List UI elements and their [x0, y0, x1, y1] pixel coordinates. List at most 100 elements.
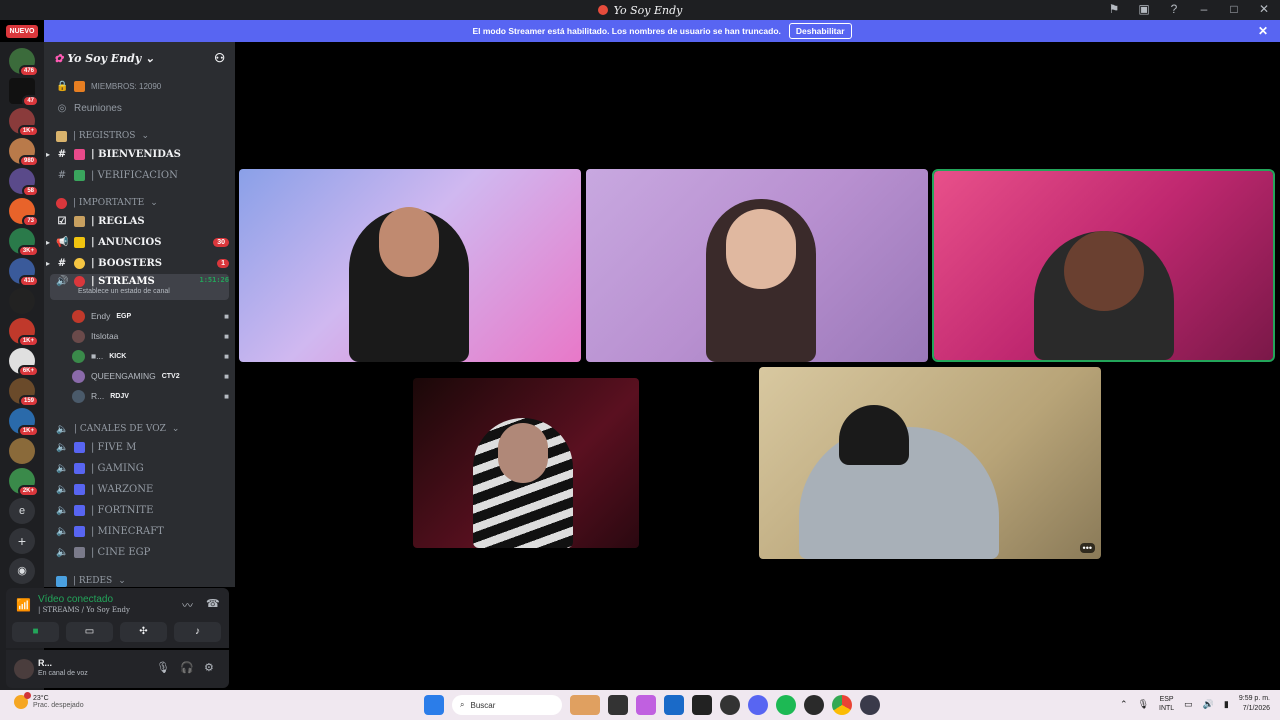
- channel-fortnite[interactable]: 🔈 | FORTNITE: [50, 500, 229, 520]
- channel-minecraft[interactable]: 🔈 | MINECRAFT: [50, 521, 229, 541]
- avatar: [72, 389, 85, 403]
- server-icon[interactable]: 410: [9, 258, 39, 287]
- spotify-icon[interactable]: [776, 695, 796, 715]
- voice-status[interactable]: Vídeo conectado: [38, 594, 113, 605]
- server-icon[interactable]: 1K+: [9, 108, 39, 137]
- user-name[interactable]: R...: [38, 658, 52, 668]
- voice-user[interactable]: Endy EGP ■: [72, 307, 229, 325]
- headphones-icon[interactable]: 🎧: [180, 661, 194, 674]
- noise-suppression-icon[interactable]: 〰: [182, 597, 193, 613]
- weather-temp: 23°C: [33, 695, 49, 702]
- close-window-icon[interactable]: ✕: [1256, 2, 1272, 16]
- discord-icon[interactable]: [748, 695, 768, 715]
- invite-icon[interactable]: ⚇: [214, 51, 225, 65]
- app-icon[interactable]: [860, 695, 880, 715]
- video-tile[interactable]: [239, 169, 581, 362]
- video-tile[interactable]: [413, 378, 639, 548]
- channel-gaming[interactable]: 🔈 | GAMING: [50, 458, 229, 478]
- server-icon[interactable]: 476: [9, 48, 39, 77]
- help-icon[interactable]: ?: [1166, 2, 1182, 16]
- speaker-icon: 🔈: [56, 504, 69, 516]
- inbox-icon[interactable]: ⚑: [1106, 2, 1122, 16]
- category-registros[interactable]: | REGISTROS ⌄: [50, 126, 229, 146]
- chevron-up-icon[interactable]: ⌃: [1120, 699, 1128, 710]
- voice-user[interactable]: ■... KICK ■: [72, 347, 229, 365]
- store-icon[interactable]: [664, 695, 684, 715]
- category-importante[interactable]: | IMPORTANTE ⌄: [50, 193, 229, 213]
- avatar[interactable]: [14, 659, 34, 679]
- server-icon[interactable]: 47: [9, 78, 39, 107]
- video-tile[interactable]: •••: [759, 367, 1101, 559]
- add-server-icon[interactable]: +: [9, 528, 35, 554]
- capcut-icon[interactable]: [692, 695, 712, 715]
- server-icon[interactable]: 159: [9, 378, 39, 407]
- activities-button[interactable]: ✣: [120, 622, 167, 642]
- members-channel[interactable]: 🔒 MIEMBROS: 12090: [50, 76, 229, 96]
- weather-widget[interactable]: 23°C Prac. despejado: [14, 692, 84, 709]
- microphone-icon[interactable]: 🎙: [1138, 699, 1149, 710]
- server-icon[interactable]: 1K+: [9, 318, 39, 347]
- category-redes[interactable]: | REDES ⌄: [50, 571, 229, 587]
- voice-location[interactable]: | STREAMS / Yo Soy Endy: [38, 606, 130, 614]
- server-header[interactable]: ✿ Yo Soy Endy ⌄ ⚇: [44, 42, 235, 74]
- server-icon[interactable]: [9, 288, 35, 314]
- channel-boosters[interactable]: ▸ # | BOOSTERS 1: [46, 253, 229, 273]
- channel-streams[interactable]: 🔊 | STREAMS 1:51:26 Establece un estado …: [50, 274, 229, 300]
- server-icon[interactable]: [9, 438, 35, 464]
- battery-icon[interactable]: ▮: [1224, 699, 1229, 710]
- channel-five-m[interactable]: 🔈 | FIVE M: [50, 437, 229, 457]
- language-indicator[interactable]: ESP INTL: [1159, 695, 1174, 713]
- participant-face: [498, 423, 548, 483]
- channel-bienvenidas[interactable]: ▸ # | BIENVENIDAS: [46, 144, 229, 164]
- task-view-icon[interactable]: [608, 695, 628, 715]
- screen-share-button[interactable]: ▭: [66, 622, 113, 642]
- close-icon[interactable]: ✕: [1258, 24, 1268, 38]
- disconnect-icon[interactable]: ☎: [206, 597, 220, 610]
- voice-user[interactable]: Itslotaa ■: [72, 327, 229, 345]
- app-icon[interactable]: [720, 695, 740, 715]
- search-box[interactable]: ⌕ Buscar: [452, 695, 562, 715]
- camera-toggle-button[interactable]: ■: [12, 622, 59, 642]
- meetings-channel[interactable]: ◎ Reuniones: [50, 98, 229, 118]
- widget-icon[interactable]: [570, 695, 600, 715]
- soundboard-button[interactable]: ♪: [174, 622, 221, 642]
- video-tile[interactable]: [586, 169, 928, 362]
- channel-reglas[interactable]: ☑ | REGLAS: [50, 211, 229, 231]
- hash-icon: #: [57, 148, 67, 160]
- server-icon[interactable]: 2K+: [9, 468, 39, 497]
- chrome-icon[interactable]: [832, 695, 852, 715]
- microphone-icon[interactable]: 🎙: [156, 661, 170, 674]
- server-icon[interactable]: 73: [9, 198, 39, 227]
- video-tile-speaking[interactable]: [932, 169, 1275, 362]
- display-icon[interactable]: ▭: [1184, 699, 1193, 710]
- server-icon[interactable]: 980: [9, 138, 39, 167]
- channel-verificacion[interactable]: # | VERIFICACION: [50, 165, 229, 185]
- minimize-icon[interactable]: –: [1196, 2, 1212, 16]
- server-icon[interactable]: 6K+: [9, 348, 39, 377]
- channel-warzone[interactable]: 🔈 | WARZONE: [50, 479, 229, 499]
- screen-icon[interactable]: ▣: [1136, 2, 1152, 16]
- clock[interactable]: 9:59 p. m. 7/1/2026: [1239, 694, 1270, 714]
- hash-icon: #: [57, 169, 67, 181]
- server-icon[interactable]: 1K+: [9, 408, 39, 437]
- nuevo-badge[interactable]: NUEVO: [6, 25, 38, 38]
- server-icon[interactable]: 58: [9, 168, 39, 197]
- channel-status-prompt[interactable]: Establece un estado de canal: [78, 288, 170, 295]
- voice-user[interactable]: QUEENGAMING CTV2 ■: [72, 367, 229, 385]
- voice-user[interactable]: R... RDJV ■: [72, 387, 229, 405]
- app-icon[interactable]: [804, 695, 824, 715]
- gear-icon[interactable]: ⚙: [204, 661, 214, 674]
- volume-icon[interactable]: 🔊: [1203, 699, 1214, 710]
- server-icon[interactable]: 3K+: [9, 228, 39, 257]
- discover-icon[interactable]: ◉: [9, 558, 35, 584]
- category-canales-voz[interactable]: 🔈 | CANALES DE VOZ ⌄: [50, 419, 229, 439]
- server-icon[interactable]: e: [9, 498, 35, 524]
- maximize-icon[interactable]: □: [1226, 2, 1242, 16]
- disable-button[interactable]: Deshabilitar: [788, 23, 852, 39]
- copilot-icon[interactable]: [636, 695, 656, 715]
- start-icon[interactable]: [424, 695, 444, 715]
- channel-cine-egp[interactable]: 🔈 | CINE EGP: [50, 542, 229, 562]
- unread-indicator-icon: ▸: [46, 149, 51, 159]
- channel-anuncios[interactable]: ▸ 📢 | ANUNCIOS 30: [46, 232, 229, 252]
- more-options-icon[interactable]: •••: [1079, 543, 1095, 553]
